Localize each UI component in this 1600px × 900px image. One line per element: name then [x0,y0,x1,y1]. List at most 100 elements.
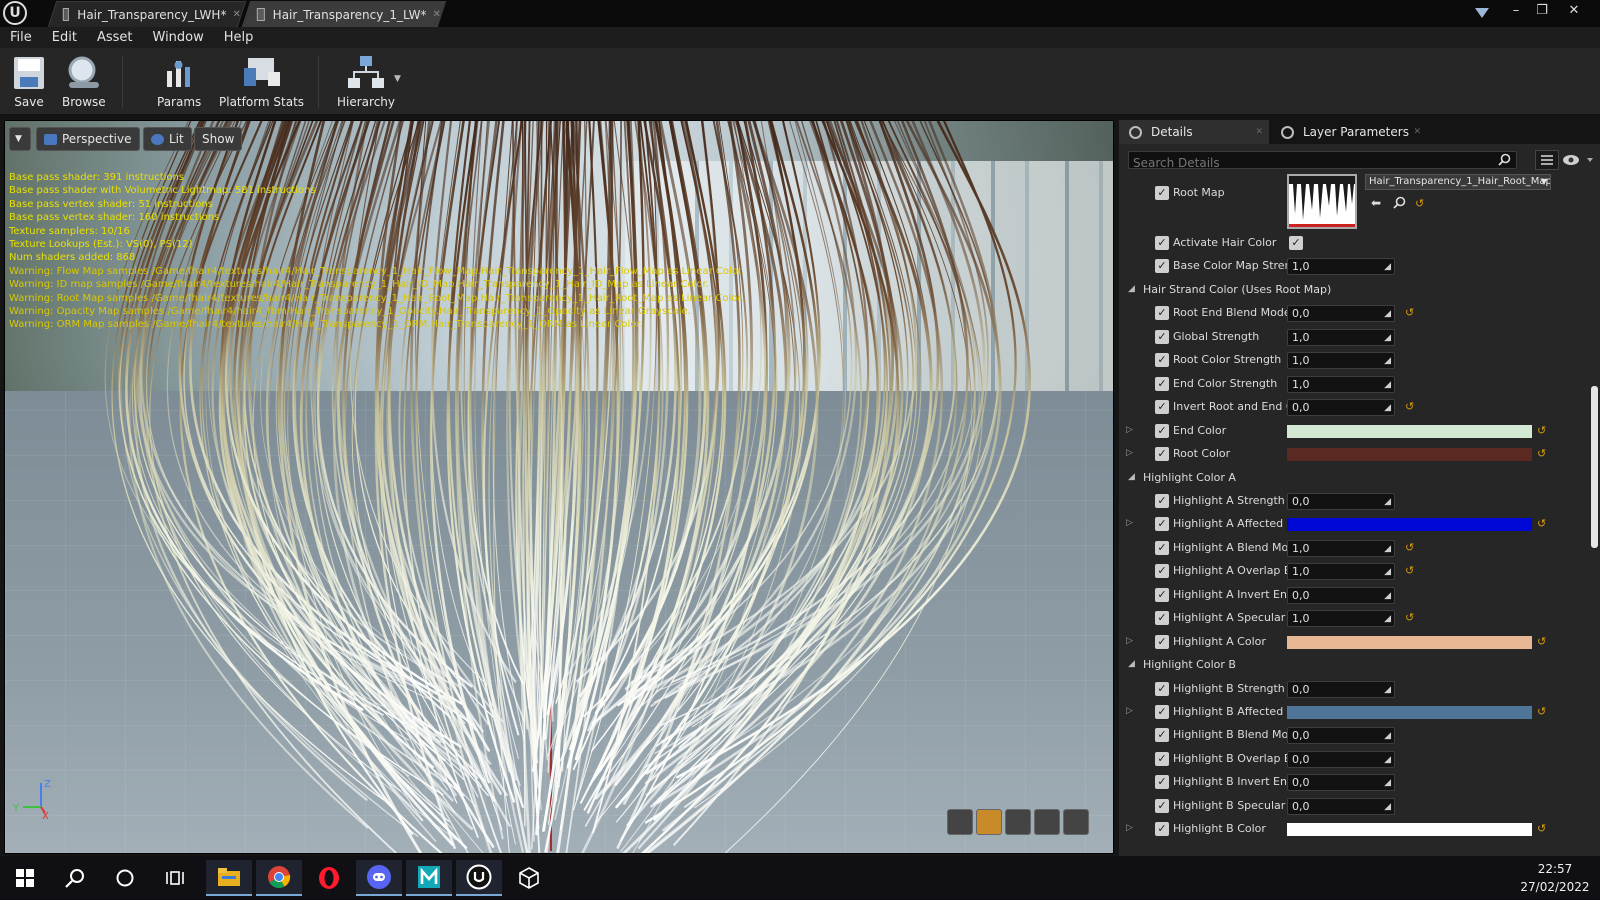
search-input[interactable] [1129,155,1489,171]
system-clock[interactable]: 22:57 27/02/2022 [1510,860,1600,896]
tab-hair-transparency-lwh[interactable]: Hair_Transparency_LWH* ✕ [47,1,247,27]
browse-button[interactable]: Browse [62,52,106,109]
perspective-button[interactable]: Perspective [36,127,140,151]
checkbox[interactable]: ✓ [1155,517,1169,532]
viewport-options-button[interactable]: ▼ [9,127,31,151]
details-scrollbar[interactable] [1591,386,1598,548]
expand-arrow-icon[interactable]: ▷ [1126,636,1133,646]
numeric-input[interactable]: 0,0 ◢ [1287,586,1395,604]
numeric-input[interactable]: 0,0 ◢ [1287,750,1395,768]
hierarchy-button[interactable]: Hierarchy [337,52,395,109]
unreal-engine-icon[interactable] [456,860,502,896]
color-swatch[interactable] [1287,448,1532,462]
numeric-input[interactable]: 1,0 ◢ [1287,352,1395,370]
use-selected-arrow-icon[interactable]: ⬅ [1371,196,1381,210]
close-icon[interactable]: ✕ [432,9,440,20]
numeric-input[interactable]: 0,0 ◢ [1287,774,1395,792]
reset-to-default-icon[interactable]: ↺ [1405,611,1414,624]
checkbox[interactable]: ✓ [1155,681,1169,696]
platform-stats-button[interactable]: Platform Stats [219,52,304,109]
3d-viewer-icon[interactable] [506,860,552,896]
browse-asset-icon[interactable] [1393,196,1406,209]
checkbox[interactable]: ✓ [1155,587,1169,602]
expand-arrow-icon[interactable]: ▷ [1126,448,1133,458]
checkbox[interactable]: ✓ [1155,564,1169,579]
file-explorer-icon[interactable] [206,860,252,896]
close-icon[interactable]: ✕ [1255,127,1263,137]
expand-arrow-icon[interactable]: ▷ [1126,823,1133,833]
tab-layer-parameters[interactable]: Layer Parameters ✕ [1271,120,1427,144]
numeric-input[interactable]: 1,0 ◢ [1287,610,1395,628]
expand-arrow-icon[interactable]: ▷ [1126,706,1133,716]
collapse-arrow-icon[interactable]: ◢ [1128,284,1135,294]
opera-icon[interactable] [306,860,352,896]
numeric-input[interactable]: 0,0 ◢ [1287,492,1395,510]
restore-button[interactable]: ❐ [1530,2,1554,20]
reset-to-default-icon[interactable]: ↺ [1405,564,1414,577]
search-icon[interactable] [52,860,98,896]
checkbox[interactable]: ✓ [1155,822,1169,837]
task-view-icon[interactable] [152,860,198,896]
color-swatch[interactable] [1287,706,1532,719]
tab-hair-transparency-1-lw[interactable]: Hair_Transparency_1_LW* ✕ [241,1,447,27]
close-window-button[interactable]: ✕ [1562,2,1586,20]
reset-to-default-icon[interactable]: ↺ [1537,822,1546,835]
checkbox[interactable]: ✓ [1155,259,1169,274]
params-button[interactable]: Params [157,52,201,109]
eye-visibility-icon[interactable] [1561,151,1597,169]
checkbox[interactable]: ✓ [1155,423,1169,438]
cube-preview-button[interactable] [1034,809,1060,835]
windows-start-icon[interactable] [2,860,48,896]
menu-help[interactable]: Help [214,30,264,45]
save-button[interactable]: Save [9,52,49,109]
checkbox[interactable]: ✓ [1155,751,1169,766]
tab-details[interactable]: Details ✕ [1119,120,1269,144]
value-checkbox[interactable]: ✓ [1289,236,1303,250]
cylinder-preview-button[interactable] [947,809,973,835]
menu-window[interactable]: Window [143,30,214,45]
checkbox[interactable]: ✓ [1155,611,1169,626]
checkbox[interactable]: ✓ [1155,306,1169,321]
color-swatch[interactable] [1287,518,1532,532]
numeric-input[interactable]: 0,0 ◢ [1287,305,1395,323]
reset-to-default-icon[interactable]: ↺ [1537,635,1546,648]
reset-to-default-icon[interactable]: ↺ [1537,447,1546,460]
numeric-input[interactable]: 0,0 ◢ [1287,680,1395,698]
color-swatch[interactable] [1287,635,1532,649]
checkbox[interactable]: ✓ [1155,400,1169,415]
menu-file[interactable]: File [0,30,42,45]
checkbox[interactable]: ✓ [1155,329,1169,344]
numeric-input[interactable]: 0,0 ◢ [1287,727,1395,745]
discord-icon[interactable] [356,860,402,896]
mesh-preview-button[interactable] [1063,809,1089,835]
cortana-icon[interactable] [102,860,148,896]
numeric-input[interactable]: 1,0 ◢ [1287,375,1395,393]
numeric-input[interactable]: 0,0 ◢ [1287,797,1395,815]
root-map-asset-picker[interactable]: Hair_Transparency_1_Hair_Root_Map ▼ [1365,174,1551,190]
view-options-list-icon[interactable] [1535,150,1559,170]
checkbox[interactable]: ✓ [1155,798,1169,813]
search-icon[interactable] [1498,153,1511,166]
checkbox[interactable]: ✓ [1155,634,1169,649]
chrome-icon[interactable] [256,860,302,896]
reset-to-default-icon[interactable]: ↺ [1405,400,1414,413]
numeric-input[interactable]: 1,0 ◢ [1287,258,1395,276]
expand-arrow-icon[interactable]: ▷ [1126,425,1133,435]
maya-icon[interactable] [406,860,452,896]
close-icon[interactable]: ✕ [1413,127,1421,137]
collapse-arrow-icon[interactable]: ◢ [1128,659,1135,669]
reset-to-default-icon[interactable]: ↺ [1537,705,1546,718]
reset-to-default-icon[interactable]: ↺ [1537,517,1546,530]
chevron-down-icon[interactable]: ▼ [394,74,401,84]
close-icon[interactable]: ✕ [232,9,240,20]
checkbox[interactable]: ✓ [1155,493,1169,508]
notification-icon[interactable] [1474,6,1490,20]
collapse-arrow-icon[interactable]: ◢ [1128,472,1135,482]
lit-button[interactable]: Lit [143,127,192,151]
numeric-input[interactable]: 1,0 ◢ [1287,563,1395,581]
expand-arrow-icon[interactable]: ▷ [1126,518,1133,528]
material-preview-viewport[interactable]: ▼ Perspective Lit Show Base pass shader:… [4,120,1114,854]
root-map-thumbnail[interactable] [1287,174,1357,229]
reset-to-default-icon[interactable]: ↺ [1415,197,1424,210]
minimize-button[interactable]: – [1504,2,1528,20]
